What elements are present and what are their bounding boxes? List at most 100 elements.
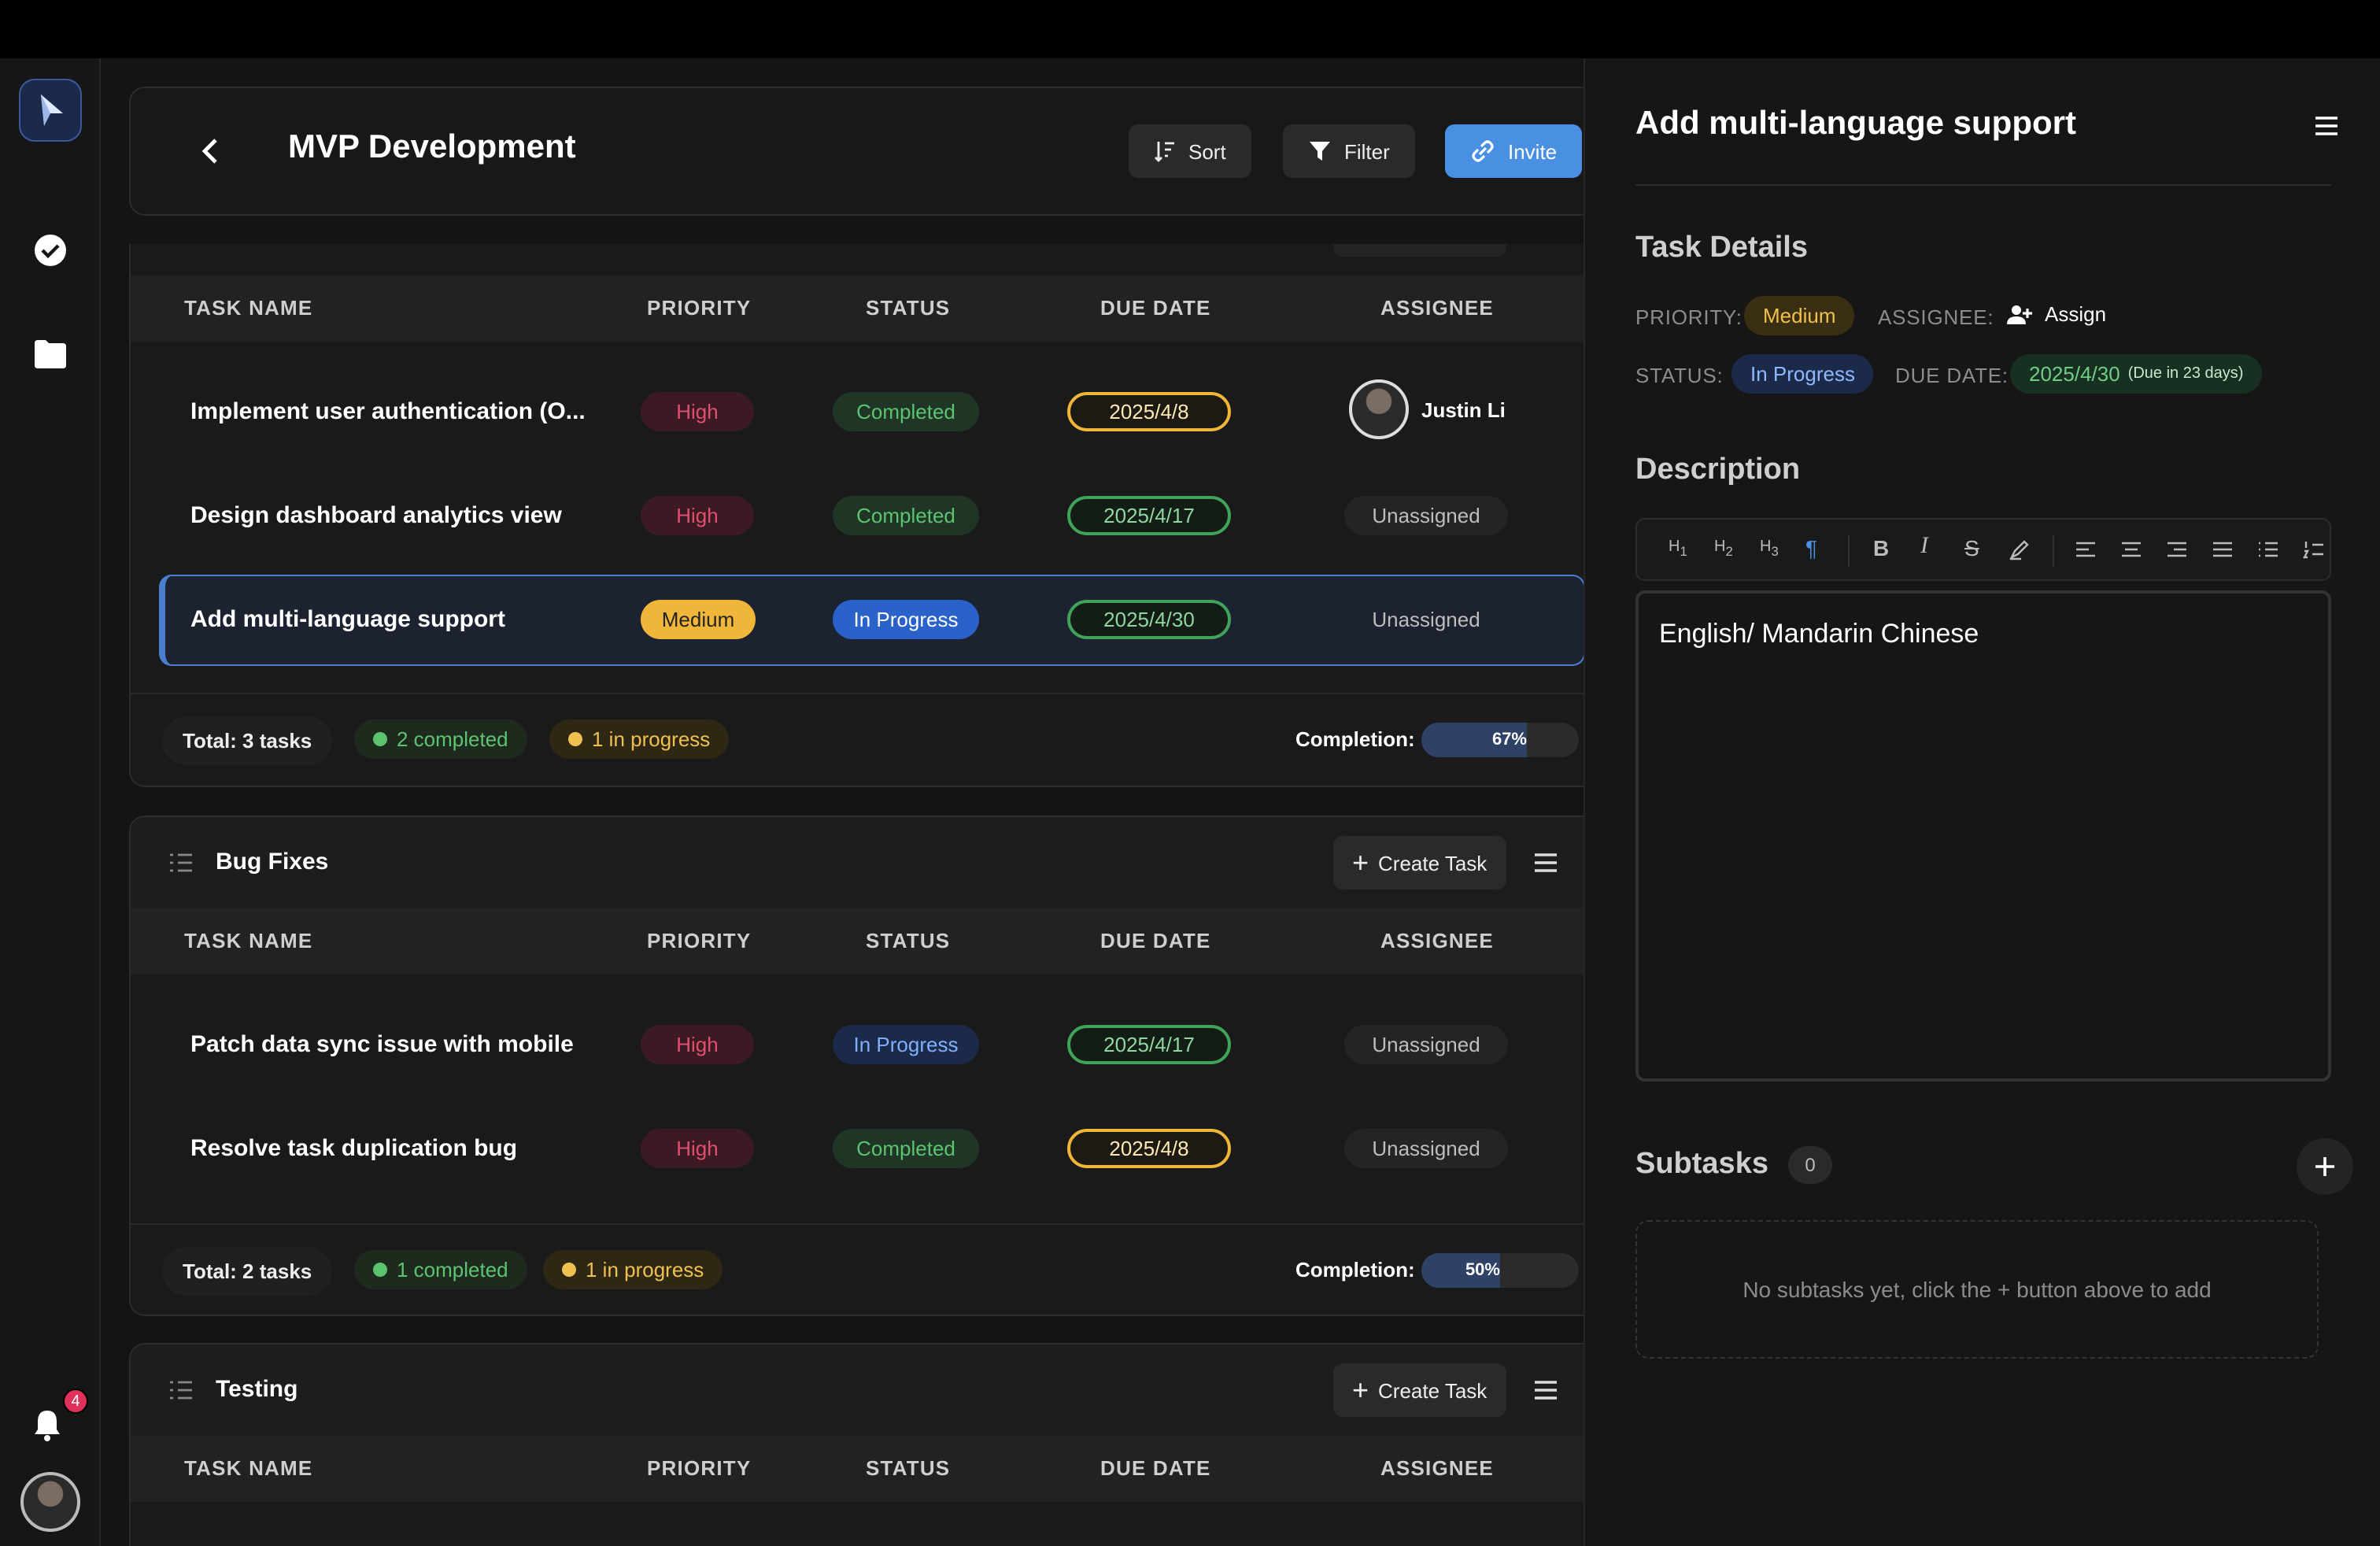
- col-task-name: TASK NAME: [184, 929, 313, 952]
- section-title: Testing: [216, 1376, 298, 1403]
- top-bar: [0, 0, 2380, 58]
- editor-toolbar: H1 H2 H3 ¶ B I S: [1635, 518, 2331, 581]
- description-editor[interactable]: English/ Mandarin Chinese: [1635, 590, 2331, 1082]
- invite-label: Invite: [1508, 139, 1558, 163]
- yellow-dot-icon: [562, 1263, 576, 1277]
- due-hint: (Due in 23 days): [2127, 365, 2244, 383]
- menu-icon[interactable]: [2312, 112, 2341, 140]
- completion-bar: 67%: [1421, 723, 1579, 757]
- status-badge: In Progress: [833, 600, 979, 639]
- heading3-button[interactable]: H3: [1760, 538, 1779, 559]
- assignee: Justin Li: [1349, 379, 1506, 439]
- menu-icon[interactable]: [1532, 849, 1560, 877]
- in-progress-count: 1 in progress: [586, 1258, 704, 1282]
- priority-label: PRIORITY:: [1635, 305, 1743, 329]
- table-row[interactable]: Design dashboard analytics view High Com…: [159, 471, 1585, 562]
- priority-badge[interactable]: Medium: [1744, 296, 1855, 335]
- status-badge: Completed: [833, 1129, 979, 1168]
- sort-button[interactable]: Sort: [1129, 124, 1251, 178]
- col-status: STATUS: [866, 1456, 951, 1480]
- completion-percent: 67%: [1491, 730, 1527, 749]
- heading1-button[interactable]: H1: [1669, 538, 1687, 559]
- main-panel: MVP Development Sort Filter Invite TASK …: [101, 58, 1612, 1546]
- add-subtask-button[interactable]: [2297, 1138, 2353, 1195]
- align-center-icon[interactable]: [2120, 542, 2142, 560]
- task-section-testing: Testing + Create Task TASK NAME PRIORITY …: [129, 1343, 1612, 1546]
- ordered-list-icon[interactable]: [2303, 542, 2325, 560]
- italic-icon[interactable]: I: [1920, 534, 1928, 560]
- subtasks-heading: Subtasks: [1635, 1148, 1768, 1181]
- menu-icon[interactable]: [1532, 1376, 1560, 1404]
- section-summary: Total: 3 tasks 2 completed 1 in progress…: [131, 693, 1610, 786]
- col-due-date: DUE DATE: [1100, 296, 1211, 320]
- table-row-selected[interactable]: Add multi-language support Medium In Pro…: [159, 575, 1585, 666]
- create-task-label: Create Task: [1378, 1378, 1488, 1402]
- page-title: MVP Development: [288, 129, 576, 165]
- invite-button[interactable]: Invite: [1445, 124, 1583, 178]
- due-date-badge: 2025/4/30: [1067, 600, 1231, 639]
- left-rail: 4: [0, 58, 101, 1546]
- description-text: English/ Mandarin Chinese: [1659, 619, 1979, 649]
- link-icon: [1472, 140, 1494, 162]
- due-date-badge: 2025/4/17: [1067, 496, 1231, 535]
- completed-chip: 1 completed: [354, 1250, 527, 1289]
- col-priority: PRIORITY: [647, 296, 752, 320]
- table-row[interactable]: Resolve task duplication bug High Comple…: [159, 1104, 1585, 1195]
- plus-icon: +: [1352, 1374, 1369, 1406]
- heading2-button[interactable]: H2: [1714, 538, 1733, 559]
- bullet-list-icon[interactable]: [2257, 542, 2279, 560]
- section-header: Bug Fixes + Create Task: [131, 817, 1610, 908]
- assignee-name: Justin Li: [1421, 398, 1506, 421]
- notification-badge: 4: [63, 1389, 88, 1414]
- folder-icon[interactable]: [31, 335, 69, 373]
- detail-title: Add multi-language support: [1635, 105, 2076, 142]
- back-icon[interactable]: [187, 129, 231, 173]
- bold-icon[interactable]: B: [1873, 535, 1889, 560]
- priority-badge: Medium: [641, 600, 756, 639]
- filter-icon: [1310, 142, 1330, 161]
- filter-label: Filter: [1344, 139, 1390, 163]
- due-date-badge[interactable]: 2025/4/30 (Due in 23 days): [2010, 354, 2263, 394]
- col-due-date: DUE DATE: [1100, 929, 1211, 952]
- status-badge: Completed: [833, 496, 979, 535]
- create-task-button[interactable]: + Create Task: [1333, 836, 1506, 890]
- filter-button[interactable]: Filter: [1283, 124, 1415, 178]
- create-task-button[interactable]: [1333, 244, 1506, 257]
- due-date-value: 2025/4/30: [2029, 362, 2120, 386]
- section-summary: Total: 2 tasks 1 completed 1 in progress…: [131, 1223, 1610, 1315]
- in-progress-count: 1 in progress: [592, 727, 711, 751]
- assign-button[interactable]: Assign: [2007, 302, 2106, 326]
- user-avatar[interactable]: [20, 1472, 80, 1532]
- assignee-badge: Unassigned: [1344, 1025, 1508, 1064]
- assignee-label: ASSIGNEE:: [1878, 305, 1994, 329]
- align-right-icon[interactable]: [2166, 542, 2188, 560]
- col-assignee: ASSIGNEE: [1380, 296, 1494, 320]
- col-priority: PRIORITY: [647, 1456, 752, 1480]
- list-icon: [170, 853, 192, 872]
- completion-label: Completion:: [1295, 1258, 1415, 1282]
- description-heading: Description: [1635, 453, 1801, 486]
- yellow-dot-icon: [568, 732, 582, 746]
- align-justify-icon[interactable]: [2212, 542, 2234, 560]
- strikethrough-icon[interactable]: S: [1964, 535, 1979, 560]
- task-section: TASK NAME PRIORITY STATUS DUE DATE ASSIG…: [129, 244, 1612, 787]
- task-name: Resolve task duplication bug: [190, 1135, 518, 1162]
- col-status: STATUS: [866, 296, 951, 320]
- table-row[interactable]: Patch data sync issue with mobile High I…: [159, 1000, 1585, 1091]
- highlighter-icon[interactable]: [2009, 538, 2031, 560]
- plus-icon: [2315, 1157, 2334, 1176]
- subtasks-count-badge: 0: [1788, 1146, 1832, 1184]
- app-logo[interactable]: [19, 79, 82, 142]
- list-icon: [170, 1381, 192, 1400]
- section-header: Testing + Create Task: [131, 1344, 1610, 1436]
- align-left-icon[interactable]: [2075, 542, 2097, 560]
- table-row[interactable]: Implement user authentication (O... High…: [159, 367, 1585, 458]
- paragraph-icon[interactable]: ¶: [1805, 535, 1817, 560]
- table-header: TASK NAME PRIORITY STATUS DUE DATE ASSIG…: [131, 908, 1610, 975]
- task-name: Implement user authentication (O...: [190, 398, 586, 425]
- tasks-icon[interactable]: [31, 231, 69, 269]
- status-badge[interactable]: In Progress: [1731, 354, 1874, 394]
- bell-icon[interactable]: [31, 1407, 69, 1445]
- create-task-button[interactable]: + Create Task: [1333, 1363, 1506, 1417]
- due-date-badge: 2025/4/17: [1067, 1025, 1231, 1064]
